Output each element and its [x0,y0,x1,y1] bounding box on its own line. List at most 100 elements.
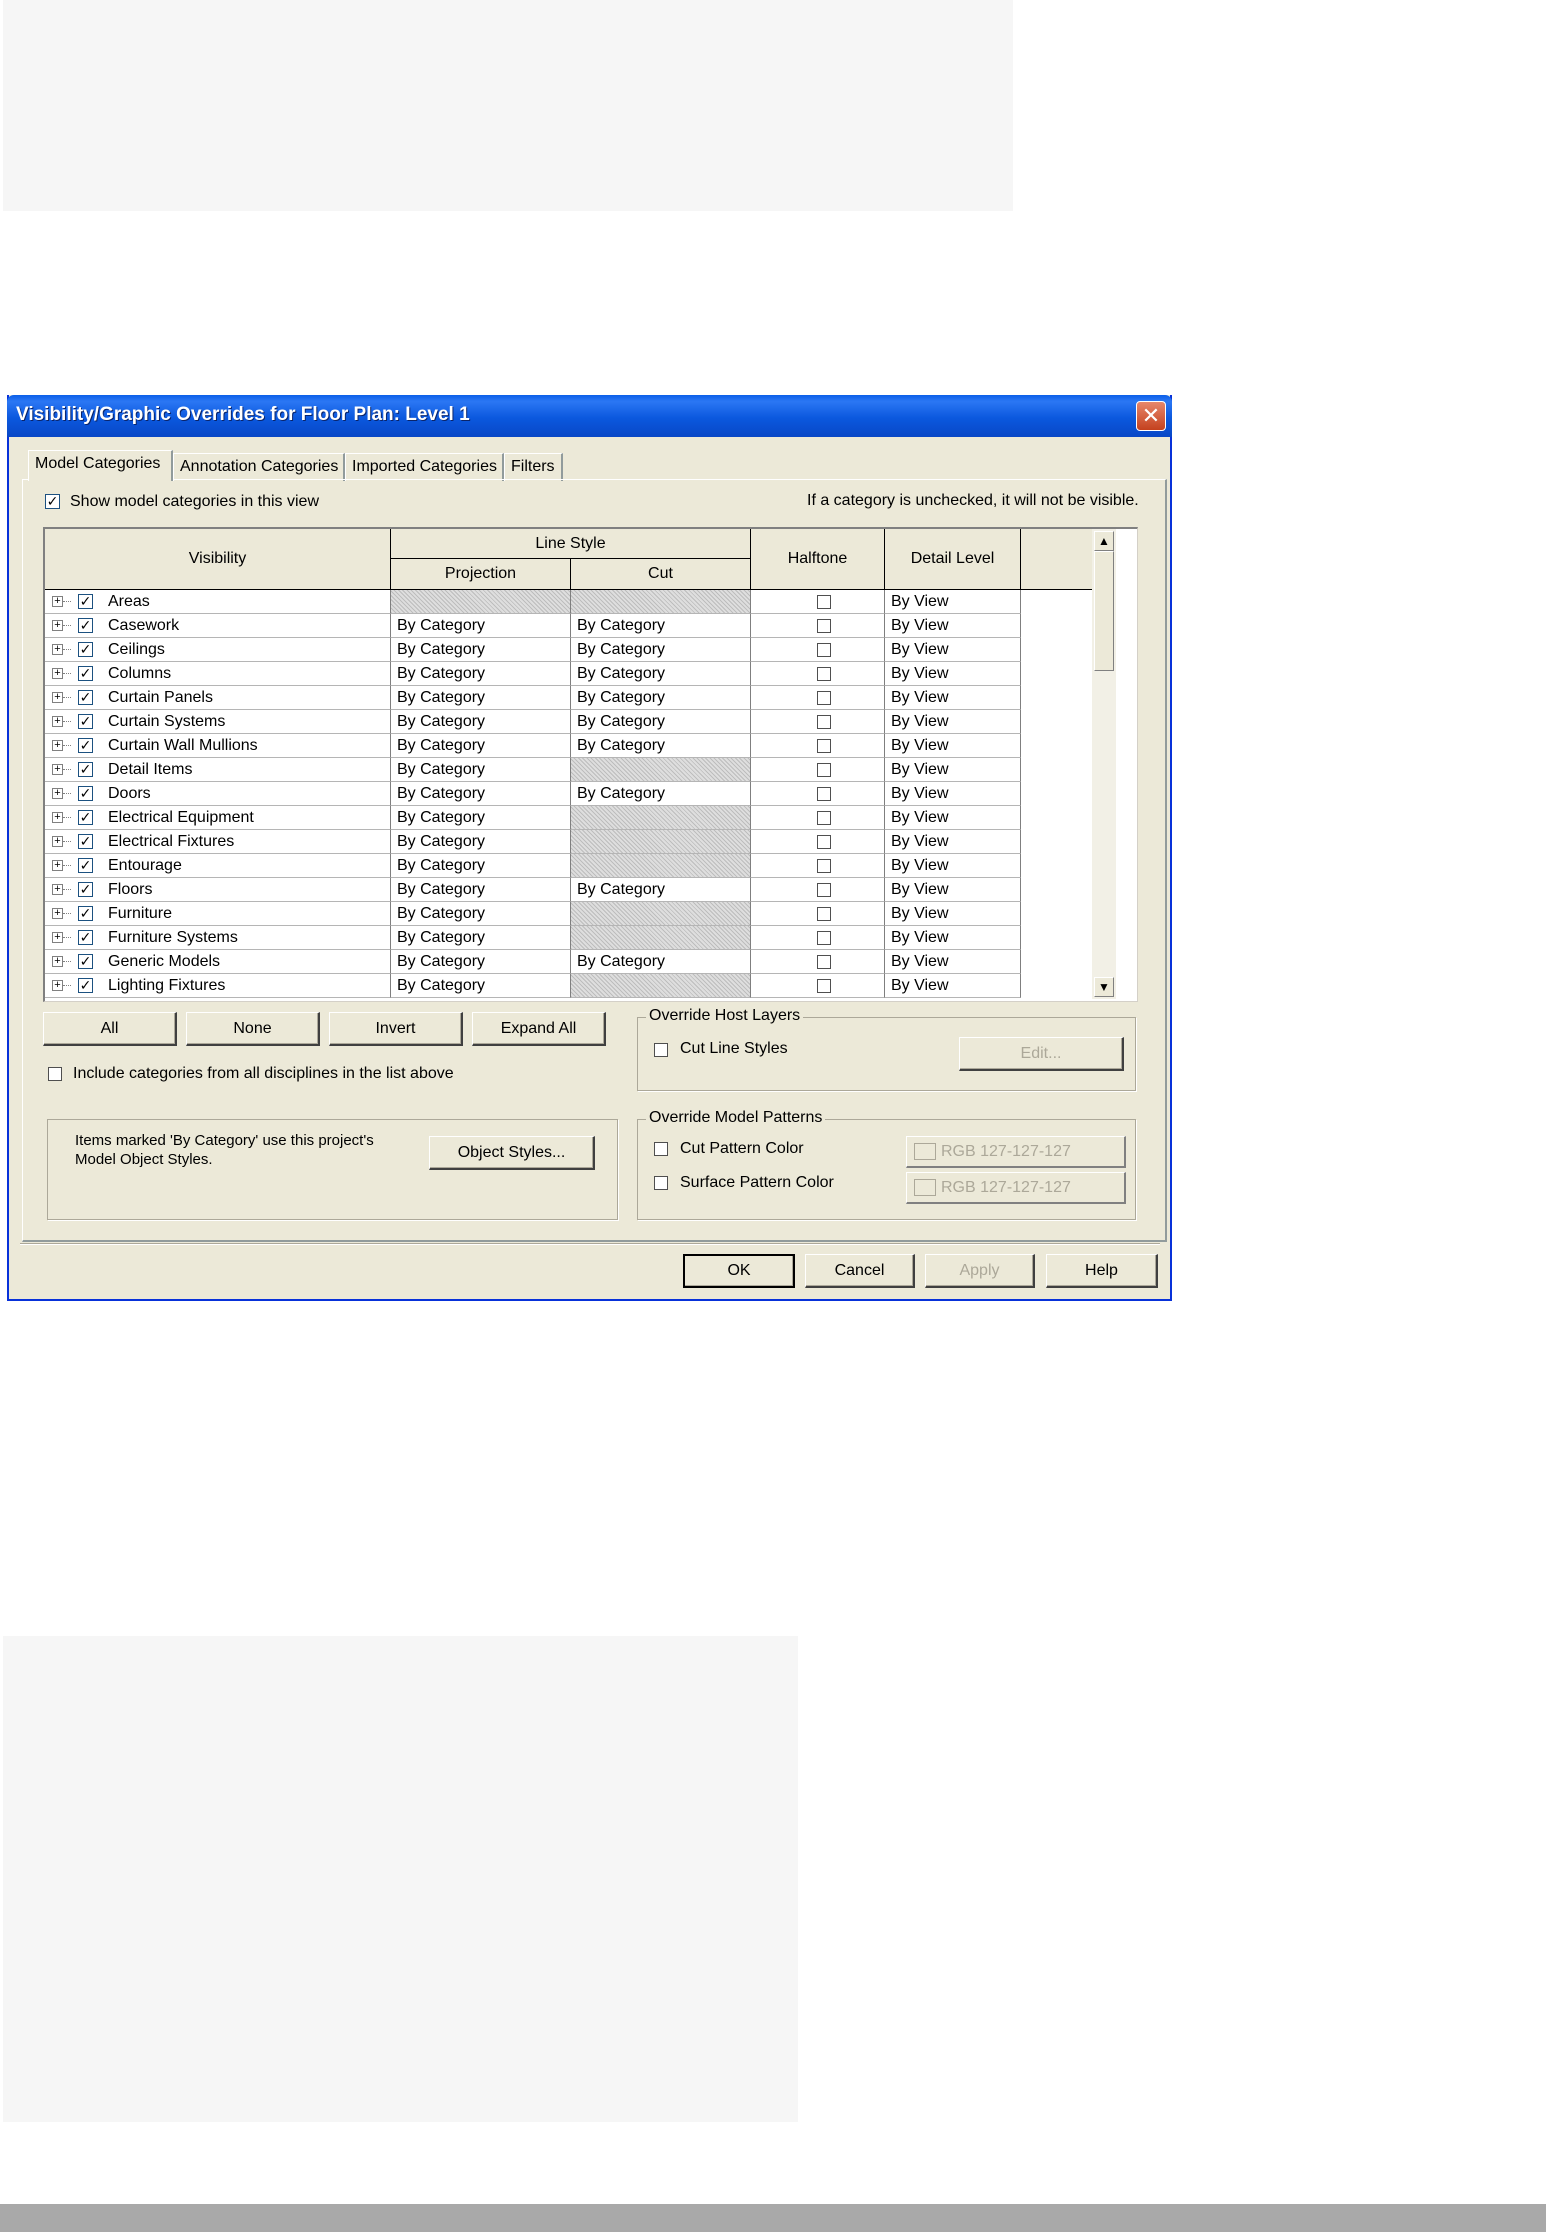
table-row[interactable]: + ✓ Floors By Category By Category By View [45,878,1021,902]
visibility-cell[interactable]: + ✓ Areas [45,590,391,614]
detail-level-cell[interactable]: By View [885,830,1021,854]
visibility-cell[interactable]: + ✓ Ceilings [45,638,391,662]
detail-level-cell[interactable]: By View [885,662,1021,686]
table-row[interactable]: + ✓ Curtain Systems By Category By Category B… [45,710,1021,734]
projection-cell[interactable]: By Category [391,710,571,734]
category-checkbox[interactable]: ✓ [78,954,93,969]
table-row[interactable]: + ✓ Lighting Fixtures By Category By View [45,974,1021,998]
table-row[interactable]: + ✓ Casework By Category By Category By View [45,614,1021,638]
help-button[interactable]: Help [1046,1254,1158,1288]
halftone-checkbox[interactable] [817,907,831,921]
visibility-cell[interactable]: + ✓ Floors [45,878,391,902]
scroll-up-icon[interactable]: ▲ [1094,531,1114,551]
tab-model-categories[interactable]: Model Categories [28,450,173,481]
halftone-checkbox[interactable] [817,883,831,897]
halftone-checkbox[interactable] [817,619,831,633]
halftone-checkbox[interactable] [817,979,831,993]
edit-button[interactable]: Edit... [959,1037,1124,1071]
projection-cell[interactable]: By Category [391,638,571,662]
expand-all-button[interactable]: Expand All [472,1012,606,1046]
visibility-cell[interactable]: + ✓ Entourage [45,854,391,878]
halftone-checkbox[interactable] [817,739,831,753]
visibility-cell[interactable]: + ✓ Detail Items [45,758,391,782]
visibility-cell[interactable]: + ✓ Electrical Fixtures [45,830,391,854]
projection-cell[interactable]: By Category [391,662,571,686]
projection-cell[interactable] [391,590,571,614]
table-row[interactable]: + ✓ Columns By Category By Category By View [45,662,1021,686]
visibility-cell[interactable]: + ✓ Electrical Equipment [45,806,391,830]
projection-cell[interactable]: By Category [391,830,571,854]
cut-line-styles-checkbox[interactable] [654,1043,668,1057]
category-checkbox[interactable]: ✓ [78,882,93,897]
cut-pattern-color-checkbox[interactable] [654,1142,668,1156]
halftone-checkbox[interactable] [817,691,831,705]
projection-cell[interactable]: By Category [391,950,571,974]
invert-button[interactable]: Invert [329,1012,463,1046]
halftone-checkbox[interactable] [817,787,831,801]
table-row[interactable]: + ✓ Ceilings By Category By Category By View [45,638,1021,662]
none-button[interactable]: None [186,1012,320,1046]
expand-icon[interactable]: + [52,908,63,919]
category-checkbox[interactable]: ✓ [78,858,93,873]
detail-level-cell[interactable]: By View [885,782,1021,806]
tab-annotation-categories[interactable]: Annotation Categories [173,453,345,481]
all-button[interactable]: All [43,1012,177,1046]
table-row[interactable]: + ✓ Electrical Fixtures By Category By View [45,830,1021,854]
header-detail-level[interactable]: Detail Level [885,529,1021,590]
expand-icon[interactable]: + [52,860,63,871]
expand-icon[interactable]: + [52,956,63,967]
visibility-cell[interactable]: + ✓ Columns [45,662,391,686]
halftone-checkbox[interactable] [817,859,831,873]
cut-cell[interactable]: By Category [571,782,751,806]
cut-cell[interactable]: By Category [571,638,751,662]
expand-icon[interactable]: + [52,884,63,895]
close-icon[interactable]: ✕ [1136,401,1166,431]
category-checkbox[interactable]: ✓ [78,714,93,729]
tab-filters[interactable]: Filters [504,453,563,481]
table-row[interactable]: + ✓ Electrical Equipment By Category By View [45,806,1021,830]
scroll-down-icon[interactable]: ▼ [1094,977,1114,997]
table-row[interactable]: + ✓ Doors By Category By Category By View [45,782,1021,806]
visibility-cell[interactable]: + ✓ Doors [45,782,391,806]
category-checkbox[interactable]: ✓ [78,666,93,681]
header-visibility[interactable]: Visibility [45,529,391,590]
cut-pattern-color-button[interactable]: RGB 127-127-127 [906,1136,1126,1168]
header-projection[interactable]: Projection [391,559,571,590]
category-checkbox[interactable]: ✓ [78,786,93,801]
expand-icon[interactable]: + [52,812,63,823]
visibility-cell[interactable]: + ✓ Furniture [45,902,391,926]
projection-cell[interactable]: By Category [391,926,571,950]
header-halftone[interactable]: Halftone [751,529,885,590]
cut-cell[interactable]: By Category [571,878,751,902]
category-checkbox[interactable]: ✓ [78,906,93,921]
cut-cell[interactable]: By Category [571,734,751,758]
cut-cell[interactable] [571,590,751,614]
table-row[interactable]: + ✓ Curtain Panels By Category By Category By… [45,686,1021,710]
expand-icon[interactable]: + [52,668,63,679]
table-row[interactable]: + ✓ Furniture Systems By Category By View [45,926,1021,950]
table-row[interactable]: + ✓ Areas By View [45,590,1021,614]
expand-icon[interactable]: + [52,932,63,943]
detail-level-cell[interactable]: By View [885,854,1021,878]
category-checkbox[interactable]: ✓ [78,810,93,825]
cut-cell[interactable] [571,830,751,854]
halftone-checkbox[interactable] [817,643,831,657]
expand-icon[interactable]: + [52,620,63,631]
expand-icon[interactable]: + [52,740,63,751]
table-row[interactable]: + ✓ Generic Models By Category By Category By… [45,950,1021,974]
surface-pattern-color-button[interactable]: RGB 127-127-127 [906,1172,1126,1204]
cut-cell[interactable] [571,854,751,878]
halftone-checkbox[interactable] [817,667,831,681]
detail-level-cell[interactable]: By View [885,878,1021,902]
visibility-cell[interactable]: + ✓ Curtain Panels [45,686,391,710]
projection-cell[interactable]: By Category [391,806,571,830]
projection-cell[interactable]: By Category [391,614,571,638]
ok-button[interactable]: OK [683,1254,795,1288]
projection-cell[interactable]: By Category [391,758,571,782]
projection-cell[interactable]: By Category [391,734,571,758]
expand-icon[interactable]: + [52,644,63,655]
projection-cell[interactable]: By Category [391,902,571,926]
cut-cell[interactable]: By Category [571,686,751,710]
cut-cell[interactable] [571,806,751,830]
visibility-cell[interactable]: + ✓ Generic Models [45,950,391,974]
